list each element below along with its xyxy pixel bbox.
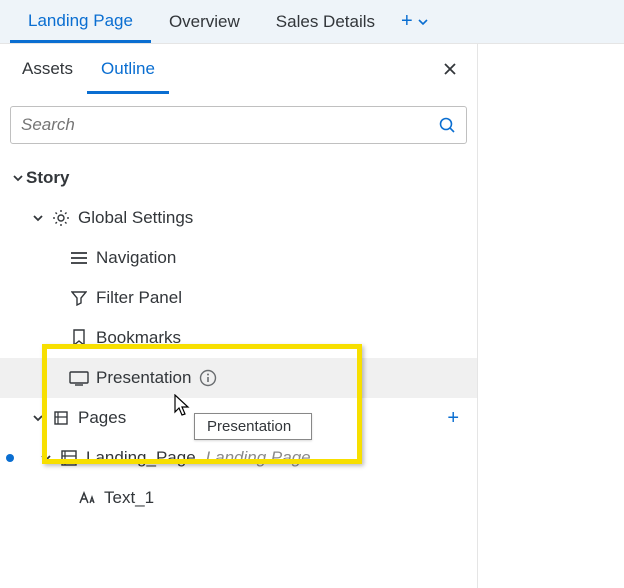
plus-icon: + <box>401 10 413 33</box>
tree-item-navigation[interactable]: Navigation <box>0 238 477 278</box>
chevron-down-icon[interactable] <box>30 212 46 224</box>
close-icon <box>443 62 457 76</box>
tree-item-bookmarks[interactable]: Bookmarks <box>0 318 477 358</box>
tree-label: Story <box>26 168 69 188</box>
tab-label: Overview <box>169 12 240 32</box>
close-panel-button[interactable] <box>443 62 457 76</box>
info-icon[interactable] <box>199 369 217 387</box>
tree-label: Text_1 <box>104 488 154 508</box>
tree-label: Bookmarks <box>96 328 181 348</box>
panel-tabs: Assets Outline <box>0 44 477 94</box>
add-button[interactable]: + <box>447 407 459 430</box>
top-tabs-bar: Landing Page Overview Sales Details + <box>0 0 624 44</box>
tree-item-presentation[interactable]: Presentation <box>0 358 477 398</box>
tree-item-landing-page[interactable]: Landing_Page Landing Page <box>0 438 477 478</box>
outline-tree: Story Global Settings Navigation Fi <box>0 158 477 518</box>
tooltip-text: Presentation <box>207 418 291 435</box>
tree-item-global-settings[interactable]: Global Settings <box>0 198 477 238</box>
chevron-down-icon[interactable] <box>10 172 26 184</box>
tree-label: Landing_Page <box>86 448 196 468</box>
outline-panel: Assets Outline Story Global Set <box>0 44 478 588</box>
tab-assets[interactable]: Assets <box>8 44 87 94</box>
tree-item-text-1[interactable]: Text_1 <box>0 478 477 518</box>
tree-label: Presentation <box>96 368 191 388</box>
tab-label: Assets <box>22 59 73 79</box>
tree-label: Navigation <box>96 248 176 268</box>
tab-sales-details[interactable]: Sales Details <box>258 0 393 43</box>
tree-label: Pages <box>78 408 126 428</box>
tab-overview[interactable]: Overview <box>151 0 258 43</box>
chevron-down-icon[interactable] <box>30 412 46 424</box>
chevron-down-icon[interactable] <box>38 452 54 464</box>
pages-icon <box>50 409 72 427</box>
search-box[interactable] <box>10 106 467 144</box>
add-page-button[interactable]: + <box>393 10 437 33</box>
tree-item-story[interactable]: Story <box>0 158 477 198</box>
active-indicator-dot <box>6 454 14 462</box>
tab-label: Landing Page <box>28 11 133 31</box>
tab-label: Outline <box>101 59 155 79</box>
tab-label: Sales Details <box>276 12 375 32</box>
search-icon <box>438 116 456 134</box>
tree-item-filter-panel[interactable]: Filter Panel <box>0 278 477 318</box>
tab-outline[interactable]: Outline <box>87 44 169 94</box>
main-area: Assets Outline Story Global Set <box>0 44 624 588</box>
tooltip: Presentation <box>194 413 312 440</box>
menu-icon <box>68 251 90 265</box>
page-icon <box>58 449 80 467</box>
text-icon <box>76 491 98 505</box>
search-container <box>0 94 477 158</box>
search-input[interactable] <box>21 115 438 135</box>
presentation-icon <box>68 370 90 386</box>
gear-icon <box>50 209 72 227</box>
bookmark-icon <box>68 329 90 347</box>
filter-icon <box>68 290 90 306</box>
tree-label: Filter Panel <box>96 288 182 308</box>
tree-label: Global Settings <box>78 208 193 228</box>
chevron-down-icon <box>417 16 429 28</box>
tab-landing-page[interactable]: Landing Page <box>10 0 151 43</box>
tree-hint: Landing Page <box>206 448 311 468</box>
